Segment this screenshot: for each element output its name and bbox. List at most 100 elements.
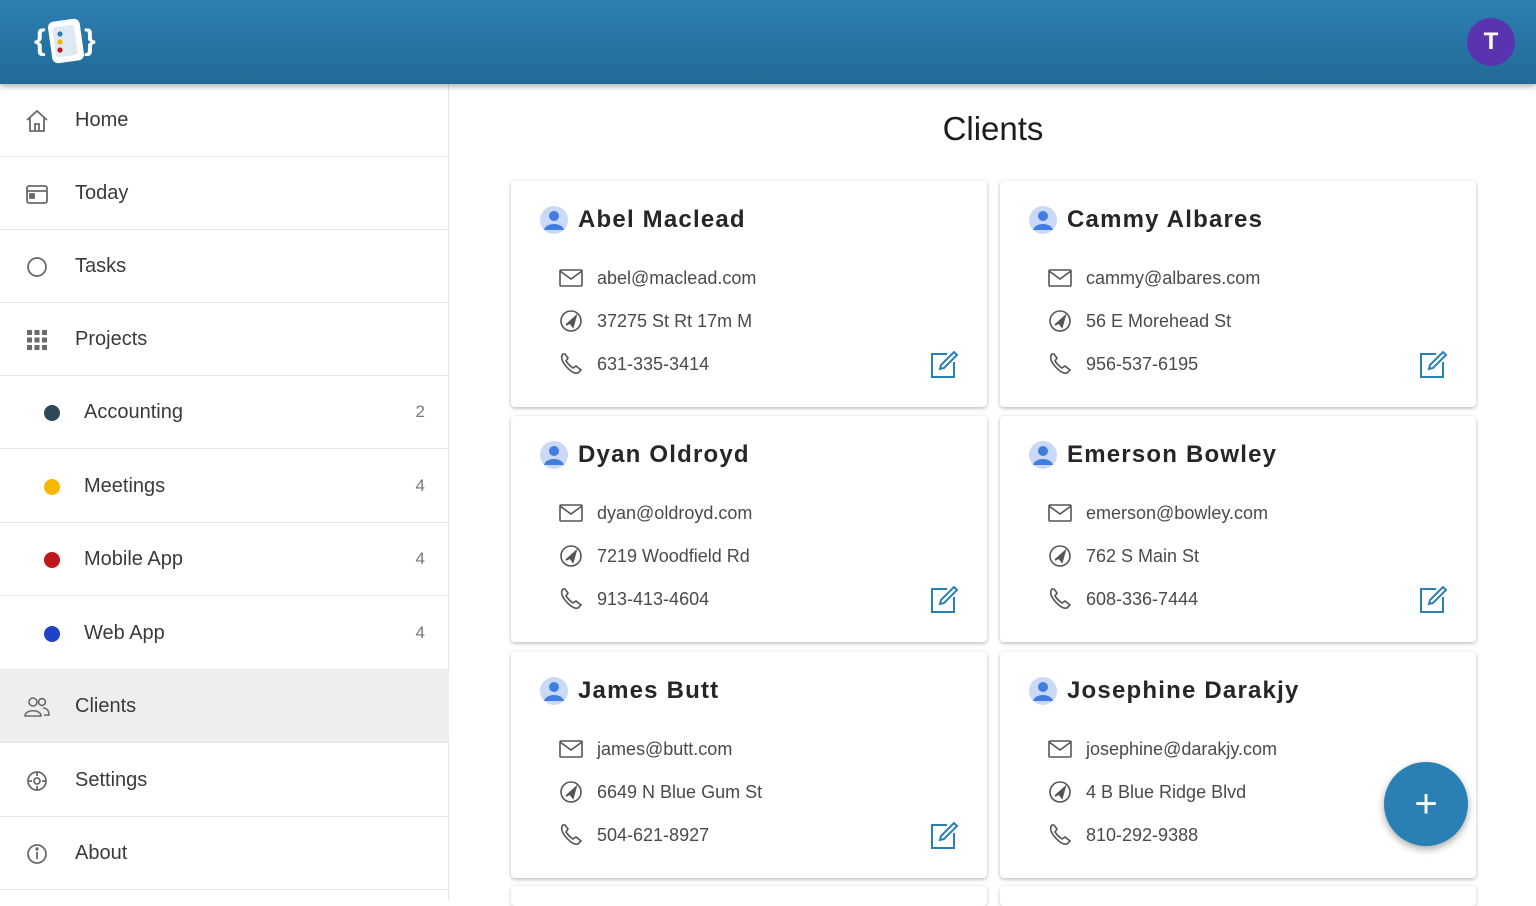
location-icon [560,545,582,567]
client-name: Dyan Oldroyd [578,441,750,468]
mail-icon [1048,269,1072,287]
client-phone[interactable]: 956-537-6195 [1086,354,1198,375]
client-address: 7219 Woodfield Rd [597,545,750,566]
sidebar-item-label: Clients [75,694,137,717]
sidebar-item-tasks[interactable]: Tasks [0,230,449,303]
user-avatar[interactable]: T [1467,18,1515,66]
sidebar-item-label: Settings [75,768,148,791]
grid-icon [22,327,52,353]
sidebar-item-label: Projects [75,327,148,350]
mail-icon [1048,740,1072,758]
project-label: Meetings [84,474,166,497]
mail-icon [559,740,583,758]
client-address: 6649 N Blue Gum St [597,781,763,802]
project-item-meetings[interactable]: Meetings 4 [0,450,449,523]
project-label: Mobile App [84,547,183,570]
client-email[interactable]: abel@maclead.com [597,268,756,289]
phone-icon [1049,588,1072,609]
client-card-partial [1000,886,1476,906]
client-phone[interactable]: 913-413-4604 [597,589,709,610]
edit-icon[interactable] [927,820,959,852]
project-count: 4 [415,549,425,568]
sidebar-item-settings[interactable]: Settings [0,744,449,817]
client-email[interactable]: dyan@oldroyd.com [597,503,752,524]
client-name: Cammy Albares [1067,206,1264,233]
sidebar: Home Today Tasks Projects Accounting 2 M… [0,84,449,900]
project-item-accounting[interactable]: Accounting 2 [0,376,449,449]
client-address: 37275 St Rt 17m M [597,310,753,331]
sidebar-item-home[interactable]: Home [0,84,449,157]
client-email[interactable]: james@butt.com [597,739,732,760]
sidebar-item-today[interactable]: Today [0,157,449,230]
edit-icon[interactable] [1416,349,1448,381]
client-avatar-icon [540,677,568,705]
client-email-row: abel@maclead.com [557,263,756,293]
project-label: Web App [84,621,165,644]
sidebar-item-clients[interactable]: Clients [0,670,449,743]
phone-icon [560,824,583,845]
calendar-icon [22,181,52,207]
client-address-row: 37275 St Rt 17m M [557,306,752,336]
svg-text:}: } [84,24,96,57]
circle-icon [22,254,52,280]
location-icon [1049,781,1071,803]
phone-icon [560,588,583,609]
client-card-partial [511,886,987,906]
project-count: 4 [415,623,425,642]
phone-icon [1049,824,1072,845]
project-color-dot [44,626,60,642]
add-client-button[interactable]: + [1384,762,1468,846]
edit-icon[interactable] [927,349,959,381]
sidebar-item-label: Tasks [75,254,127,277]
client-phone-row: 504-621-8927 [557,820,709,850]
app-header: { } T [0,0,1536,84]
mail-icon [1048,504,1072,522]
edit-icon[interactable] [927,584,959,616]
client-email[interactable]: emerson@bowley.com [1086,503,1268,524]
info-icon [22,841,52,867]
client-card: Cammy Albares cammy@albares.com 56 E Mor… [1000,181,1476,407]
settings-icon [22,768,52,794]
phone-icon [560,353,583,374]
client-avatar-icon [540,206,568,234]
client-email-row: josephine@darakjy.com [1046,734,1277,764]
project-label: Accounting [84,400,183,423]
client-address-row: 4 B Blue Ridge Blvd [1046,777,1246,807]
page-title: Clients [942,110,1044,147]
location-icon [560,781,582,803]
mail-icon [559,504,583,522]
client-phone-row: 913-413-4604 [557,584,709,614]
client-phone-row: 631-335-3414 [557,349,709,379]
project-item-web-app[interactable]: Web App 4 [0,597,449,670]
client-card: Abel Maclead abel@maclead.com 37275 St R… [511,181,987,407]
sidebar-item-label: Home [75,108,129,131]
sidebar-item-label: About [75,841,128,864]
client-name: Abel Maclead [578,206,746,233]
client-card: Dyan Oldroyd dyan@oldroyd.com 7219 Woodf… [511,416,987,642]
client-phone[interactable]: 608-336-7444 [1086,589,1198,610]
client-address-row: 6649 N Blue Gum St [557,777,762,807]
client-phone[interactable]: 810-292-9388 [1086,825,1198,846]
client-avatar-icon [1029,206,1057,234]
client-email[interactable]: cammy@albares.com [1086,268,1260,289]
edit-icon[interactable] [1416,584,1448,616]
client-avatar-icon [1029,441,1057,469]
client-card: James Butt james@butt.com 6649 N Blue Gu… [511,652,987,878]
client-address: 4 B Blue Ridge Blvd [1086,781,1247,802]
project-item-mobile-app[interactable]: Mobile App 4 [0,523,449,596]
project-count: 4 [415,476,425,495]
location-icon [560,310,582,332]
client-address: 762 S Main St [1086,545,1200,566]
project-count: 2 [415,402,425,421]
app-logo-icon[interactable]: { } [32,12,102,68]
sidebar-item-projects[interactable]: Projects [0,303,449,376]
client-name: Emerson Bowley [1067,441,1278,468]
project-color-dot [44,479,60,495]
project-color-dot [44,405,60,421]
client-address-row: 762 S Main St [1046,541,1199,571]
sidebar-item-about[interactable]: About [0,817,449,890]
client-phone[interactable]: 631-335-3414 [597,354,709,375]
location-icon [1049,310,1071,332]
client-phone[interactable]: 504-621-8927 [597,825,709,846]
client-email[interactable]: josephine@darakjy.com [1086,739,1277,760]
